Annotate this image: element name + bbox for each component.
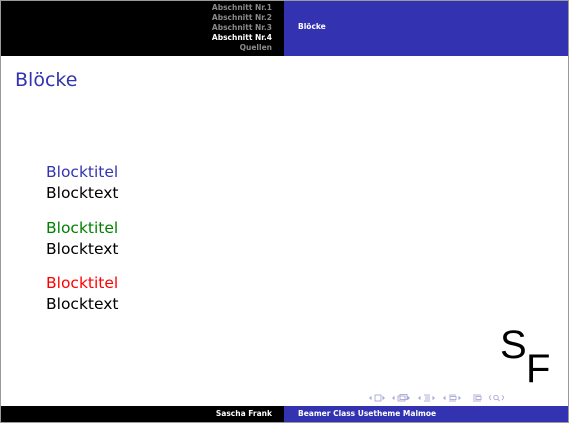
footer-author-box: Sascha Frank [1, 406, 284, 422]
block-text: Blocktext [46, 184, 119, 202]
block-example: Blocktitel Blocktext [46, 218, 119, 260]
beamer-slide: Abschnitt Nr.1 Abschnitt Nr.2 Abschnitt … [0, 0, 569, 423]
block-alert: Blocktitel Blocktext [46, 273, 119, 315]
block-standard: Blocktitel Blocktext [46, 162, 119, 204]
nav-document-icon[interactable] [473, 394, 482, 402]
header-bar: Abschnitt Nr.1 Abschnitt Nr.2 Abschnitt … [1, 1, 568, 56]
footer-title-box: Beamer Class Usetheme Malmoe [284, 406, 568, 422]
example-block-title: Blocktitel [46, 219, 119, 237]
sf-logo: S F [499, 323, 559, 389]
nav-subsection-icon[interactable] [418, 394, 435, 402]
section-item-sources[interactable]: Quellen [240, 43, 272, 53]
section-list: Abschnitt Nr.1 Abschnitt Nr.2 Abschnitt … [212, 3, 272, 53]
section-item-1[interactable]: Abschnitt Nr.1 [212, 3, 272, 13]
footer-bar: Sascha Frank Beamer Class Usetheme Malmo… [1, 406, 568, 422]
section-item-2[interactable]: Abschnitt Nr.2 [212, 13, 272, 23]
section-item-4-active[interactable]: Abschnitt Nr.4 [212, 33, 272, 43]
footer-author: Sascha Frank [215, 409, 272, 418]
block-title: Blocktitel [46, 163, 119, 181]
example-block-text: Blocktext [46, 240, 119, 258]
alert-block-text: Blocktext [46, 295, 119, 313]
subsection-label[interactable]: Blöcke [298, 22, 326, 31]
alert-block-title: Blocktitel [46, 274, 119, 292]
nav-section-icon[interactable] [443, 394, 461, 402]
footer-title: Beamer Class Usetheme Malmoe [298, 409, 437, 418]
section-item-3[interactable]: Abschnitt Nr.3 [212, 23, 272, 33]
nav-slide-icon[interactable] [369, 394, 385, 402]
subsection-navigation: Blöcke [284, 1, 568, 56]
logo-letter-f: F [526, 347, 551, 391]
navigation-symbols [367, 393, 567, 403]
frame-title: Blöcke [15, 69, 78, 91]
logo-letter-s: S [500, 323, 527, 367]
nav-frame-icon[interactable] [392, 394, 410, 402]
section-navigation: Abschnitt Nr.1 Abschnitt Nr.2 Abschnitt … [1, 1, 284, 56]
nav-search-icon[interactable] [489, 394, 504, 402]
